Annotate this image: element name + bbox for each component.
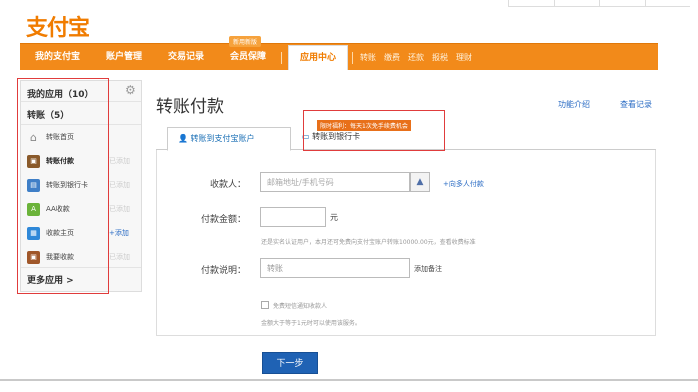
currency-unit: 元	[330, 213, 338, 222]
tab-label: 转账到支付宝账户	[190, 134, 255, 143]
top-tabs	[508, 0, 690, 7]
added-tag: 已添加	[109, 157, 130, 165]
nav-new-badge: 新用新版	[229, 36, 262, 47]
gear-icon[interactable]: ⚙	[125, 83, 136, 97]
nav-protection[interactable]: 会员保障	[230, 44, 266, 71]
amount-label: 付款金额：	[200, 215, 246, 225]
payee-label: 收款人：	[209, 180, 246, 190]
nav-sub-bills[interactable]: 缴费	[384, 44, 400, 71]
user-icon: 👤	[178, 134, 188, 143]
highlight-box	[17, 78, 109, 294]
added-tag: 已添加	[109, 205, 130, 213]
feature-intro-link[interactable]: 功能介绍	[558, 99, 590, 110]
next-step-button[interactable]: 下一步	[262, 352, 318, 374]
memo-label: 付款说明：	[200, 266, 246, 276]
highlight-box	[303, 110, 445, 151]
nav-account[interactable]: 账户管理	[106, 44, 142, 71]
sms-notify-checkbox[interactable]	[261, 301, 269, 309]
nav-sub-transfer[interactable]: 转账	[360, 44, 376, 71]
nav-my-alipay[interactable]: 我的支付宝	[35, 44, 80, 71]
memo-input[interactable]: 转账	[260, 258, 410, 278]
logo-text: 支付宝	[26, 15, 90, 41]
bottom-divider	[0, 379, 698, 381]
multi-payee-link[interactable]: +向多人付款	[443, 179, 484, 189]
nav-app-center[interactable]: 应用中心	[288, 45, 348, 70]
added-tag: 已添加	[109, 253, 130, 261]
add-app-link[interactable]: +添加	[109, 228, 129, 238]
add-memo-link[interactable]: 添加备注	[414, 264, 442, 274]
payee-input[interactable]: 邮箱地址/手机号码	[260, 172, 410, 192]
tab-to-alipay-account[interactable]: 👤 转账到支付宝账户	[167, 127, 291, 151]
nav-sub-finance[interactable]: 理财	[456, 44, 472, 71]
page-title: 转账付款	[156, 97, 224, 117]
nav-sub-repay[interactable]: 还款	[408, 44, 424, 71]
nav-divider	[281, 52, 282, 64]
sms-notify-note: 金额大于等于1元时可以使用该服务。	[261, 320, 361, 327]
view-records-link[interactable]: 查看记录	[620, 99, 652, 110]
amount-input[interactable]	[260, 207, 326, 227]
nav-divider	[352, 52, 353, 64]
nav-sub-tax[interactable]: 报税	[432, 44, 448, 71]
sms-notify-label: 免费短信通知收款人	[273, 303, 328, 310]
added-tag: 已添加	[109, 181, 130, 189]
amount-note: 还是实名认证用户，本月还可免费向支付宝账户转账10000.00元，查看收费标准	[261, 239, 476, 246]
contact-picker-icon[interactable]: ▲	[410, 172, 430, 192]
alipay-logo[interactable]: 支付宝	[26, 10, 90, 42]
nav-transactions[interactable]: 交易记录	[168, 44, 204, 71]
